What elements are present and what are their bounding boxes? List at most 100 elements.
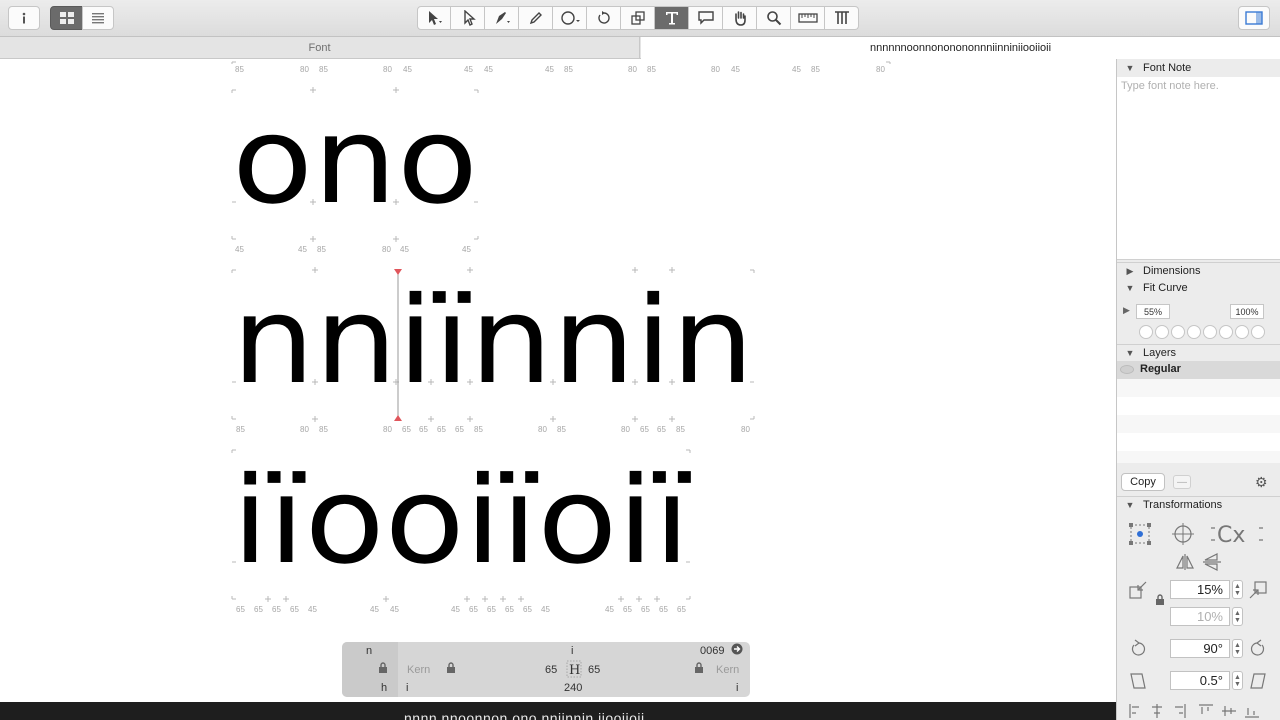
app-window: Font nnnnnnoonnononononnniinniniiooiioii… <box>0 0 1280 720</box>
slant-stepper[interactable]: ▲ ▼ <box>1232 671 1243 690</box>
metric-number: 45 <box>308 605 317 614</box>
metric-number: 45 <box>403 65 412 74</box>
annotation-tool[interactable] <box>689 6 723 30</box>
origin-crosshair-icon[interactable] <box>1171 522 1195 549</box>
list-view-button[interactable] <box>82 6 114 30</box>
lock-icon[interactable] <box>378 662 388 678</box>
scale-up-icon[interactable] <box>1248 580 1268 603</box>
scale-tool[interactable] <box>621 6 655 30</box>
dimensions-header[interactable]: ▶ Dimensions <box>1117 262 1280 279</box>
layer-row[interactable]: Regular <box>1117 361 1280 379</box>
fit-curve-expand-icon[interactable]: ▶ <box>1123 305 1130 316</box>
slant-field[interactable]: 0.5° <box>1170 671 1230 690</box>
mirror-vertical-icon[interactable] <box>1202 553 1222 574</box>
proportion-lock-icon[interactable] <box>1155 594 1165 608</box>
fit-curve-preset-button[interactable] <box>1219 325 1233 339</box>
tool-group <box>417 6 861 30</box>
left-group-field[interactable]: h <box>381 680 387 696</box>
tab-edit-text[interactable]: nnnnnnoonnononononnniinniniiooiioii <box>641 37 1280 59</box>
fit-curve-preset-button[interactable] <box>1155 325 1169 339</box>
transformations-header[interactable]: ▼ Transformations <box>1117 496 1280 513</box>
fit-curve-preset-button[interactable] <box>1203 325 1217 339</box>
left-sidebearing-field[interactable]: 65 <box>545 662 557 678</box>
select-all-layers-tool[interactable] <box>451 6 485 30</box>
metric-number: 45 <box>370 605 379 614</box>
fit-curve-min-field[interactable]: 55% <box>1136 304 1170 319</box>
metric-number: 45 <box>545 65 554 74</box>
metric-number: 65 <box>437 425 446 434</box>
right-kern-lock-icon[interactable] <box>694 662 704 678</box>
fit-curve-preset-button[interactable] <box>1139 325 1153 339</box>
sidebar-toggle-button[interactable] <box>1238 6 1270 30</box>
scale-x-field[interactable]: 15% <box>1170 580 1230 599</box>
origin-bbox-icon[interactable] <box>1128 522 1152 549</box>
gear-icon[interactable]: ⚙ <box>1255 474 1268 491</box>
right-sidebearing-field[interactable]: 65 <box>588 662 600 678</box>
rotate-left-icon[interactable] <box>1128 639 1148 662</box>
fit-curve-header[interactable]: ▼ Fit Curve <box>1117 279 1280 296</box>
scale-icon <box>630 11 645 25</box>
hand-tool[interactable] <box>723 6 757 30</box>
transformations-title: Transformations <box>1143 499 1223 511</box>
fit-curve-max-field[interactable]: 100% <box>1230 304 1264 319</box>
width-field[interactable]: 240 <box>564 680 582 696</box>
layer-row-empty <box>1117 433 1280 451</box>
fit-curve-preset-button[interactable] <box>1251 325 1265 339</box>
fit-curve-preset-button[interactable] <box>1171 325 1185 339</box>
right-group-field[interactable]: i <box>736 680 738 696</box>
remove-layer-button[interactable]: — <box>1173 475 1191 489</box>
grid-view-button[interactable] <box>50 6 83 30</box>
grid-icon <box>59 12 74 24</box>
edit-canvas[interactable]: 85 80 85 80 45 45 45 45 85 80 85 80 45 4… <box>0 59 1116 702</box>
left-glyph-field[interactable]: n <box>366 643 372 659</box>
toolbar <box>0 0 1280 37</box>
tab-font[interactable]: Font <box>0 37 640 59</box>
metric-number: 65 <box>419 425 428 434</box>
scale-y-stepper[interactable]: ▲ ▼ <box>1232 607 1243 626</box>
rotate-stepper[interactable]: ▲ ▼ <box>1232 639 1243 658</box>
rotate-field[interactable]: 90° <box>1170 639 1230 658</box>
metric-number: 80 <box>300 425 309 434</box>
metric-number: 85 <box>811 65 820 74</box>
metric-number: 65 <box>641 605 650 614</box>
text-tool[interactable] <box>655 6 689 30</box>
mirror-horizontal-icon[interactable] <box>1175 553 1195 574</box>
metric-number: 65 <box>623 605 632 614</box>
left-kern-lock-icon[interactable] <box>446 662 456 678</box>
font-note-textarea[interactable]: Type font note here. <box>1117 77 1280 260</box>
pencil-tool[interactable] <box>519 6 553 30</box>
dimensions-title: Dimensions <box>1143 265 1201 277</box>
origin-text-icon[interactable]: Cx <box>1209 522 1265 549</box>
scale-y-field[interactable]: 10% <box>1170 607 1230 626</box>
zoom-tool[interactable] <box>757 6 791 30</box>
scale-x-stepper[interactable]: ▲ ▼ <box>1232 580 1243 599</box>
layers-header[interactable]: ▼ Layers <box>1117 344 1280 361</box>
font-note-header[interactable]: ▼ Font Note <box>1117 59 1280 76</box>
primitives-tool[interactable] <box>553 6 587 30</box>
fit-curve-preset-button[interactable] <box>1187 325 1201 339</box>
metrics-glyph-icon: H <box>564 660 584 678</box>
eye-icon[interactable] <box>1120 365 1134 374</box>
metric-number: 65 <box>402 425 411 434</box>
current-glyph-field[interactable]: i <box>571 643 573 659</box>
layer-row-empty <box>1117 451 1280 463</box>
select-tool[interactable] <box>417 6 451 30</box>
next-arrow-icon[interactable] <box>731 643 743 659</box>
left-group-value[interactable]: i <box>406 680 408 696</box>
copy-button[interactable]: Copy <box>1121 473 1165 491</box>
metric-number: 45 <box>792 65 801 74</box>
slant-left-icon[interactable] <box>1128 671 1148 694</box>
scale-down-icon[interactable] <box>1128 580 1148 603</box>
metric-number: 85 <box>557 425 566 434</box>
pointer-plus-icon <box>463 10 476 26</box>
metric-number: 45 <box>451 605 460 614</box>
pen-tool[interactable] <box>485 6 519 30</box>
measurement-tool[interactable] <box>791 6 825 30</box>
metric-number: 65 <box>523 605 532 614</box>
rotate-right-icon[interactable] <box>1248 639 1268 662</box>
info-button[interactable] <box>8 6 40 30</box>
fit-curve-preset-button[interactable] <box>1235 325 1249 339</box>
rotate-tool[interactable] <box>587 6 621 30</box>
glyph-info-tool[interactable] <box>825 6 859 30</box>
slant-right-icon[interactable] <box>1248 671 1268 694</box>
